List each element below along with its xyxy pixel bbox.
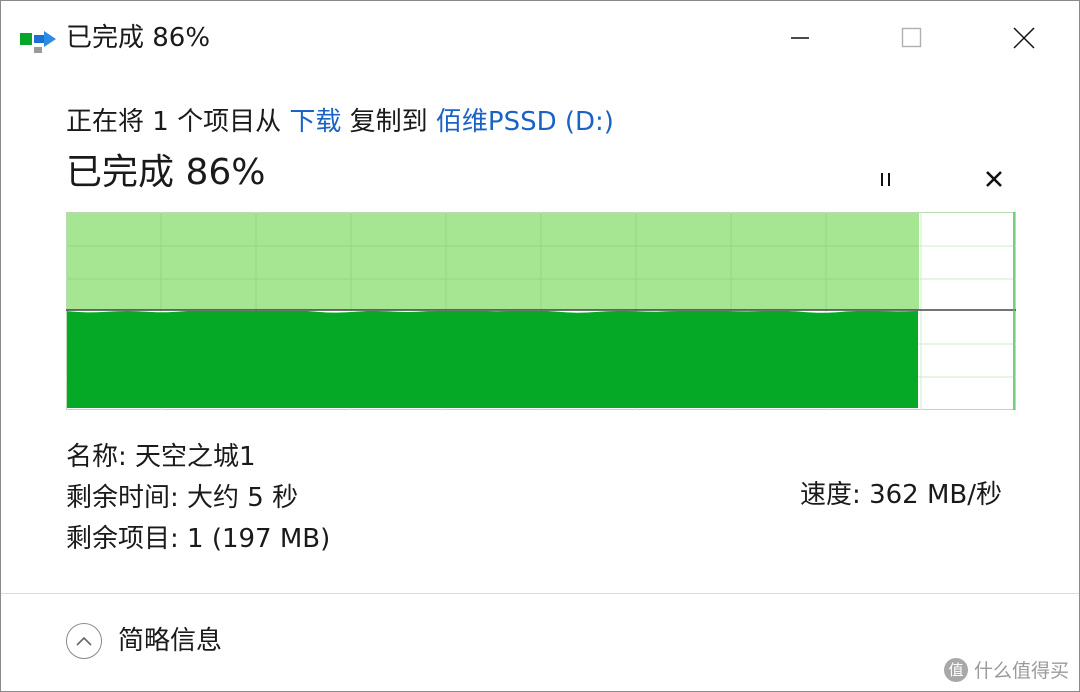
items-remaining-row: 剩余项目: 1 (197 MB) (66, 524, 331, 554)
source-folder-link[interactable]: 下载 (289, 107, 341, 137)
copy-details: 名称: 天空之城1 剩余时间: 大约 5 秒 剩余项目: 1 (197 MB) (66, 437, 330, 560)
transfer-speed-graph: 速度: 362 MB/秒 (66, 212, 1016, 510)
copy-description: 正在将 1 个项目从 下载 复制到 佰维PSSD (D:) (66, 105, 614, 139)
time-remaining-row: 剩余时间: 大约 5 秒 (66, 483, 299, 513)
maximize-icon (901, 27, 922, 48)
chevron-up-icon[interactable] (66, 623, 102, 659)
minimize-icon (791, 37, 809, 39)
cancel-copy-button[interactable] (971, 161, 1017, 197)
window-title: 已完成 86% (66, 23, 211, 53)
footer-divider (1, 593, 1079, 594)
close-icon (1013, 27, 1035, 49)
minimize-button[interactable] (745, 1, 855, 75)
copy-progress-dialog: 已完成 86% 正在将 1 个项目从 下载 复制到 佰维PSSD (D:) 已完… (0, 0, 1080, 692)
progress-fill-light (67, 213, 919, 310)
watermark-text: 什么值得买 (973, 660, 1069, 682)
copy-middle-text: 复制到 (341, 107, 436, 137)
file-copy-icon (20, 31, 58, 55)
title-bar[interactable]: 已完成 86% (1, 1, 1079, 75)
pause-button[interactable] (863, 161, 909, 197)
fewer-details-toggle[interactable]: 简略信息 (66, 623, 222, 659)
copy-prefix-text: 正在将 1 个项目从 (66, 107, 290, 137)
cancel-icon (986, 171, 1002, 187)
progress-fill-dark (67, 311, 918, 408)
file-name-row: 名称: 天空之城1 (66, 442, 256, 472)
maximize-button[interactable] (857, 1, 967, 75)
pause-icon (881, 173, 890, 186)
speed-label: 速度: 362 MB/秒 (800, 480, 1002, 510)
watermark: 值 什么值得买 (943, 656, 1069, 683)
close-window-button[interactable] (969, 1, 1079, 75)
destination-drive-link[interactable]: 佰维PSSD (D:) (436, 107, 614, 137)
progress-status: 已完成 86% (66, 152, 266, 193)
fewer-details-label[interactable]: 简略信息 (118, 624, 222, 658)
watermark-logo-icon: 值 (943, 657, 968, 682)
